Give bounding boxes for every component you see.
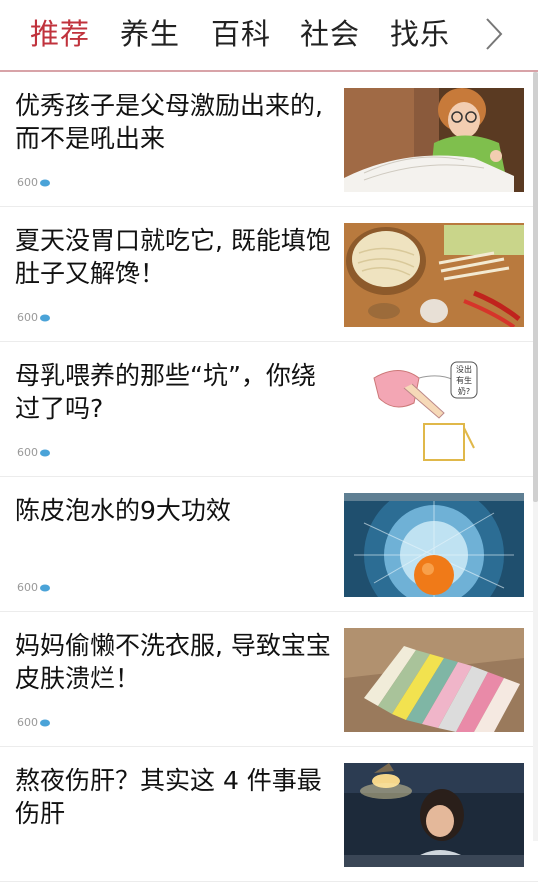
article-thumbnail <box>344 628 524 732</box>
svg-text:有生: 有生 <box>456 375 472 385</box>
article-title: 母乳喂养的那些“坑”，你绕过了吗? <box>15 361 316 423</box>
more-tabs-button[interactable] <box>474 14 514 54</box>
article-list: 优秀孩子是父母激励出来的, 而不是吼出来 600 夏天没胃口就吃它, 既能填饱肚… <box>0 72 538 882</box>
svg-text:奶?: 奶? <box>458 386 470 396</box>
article-item[interactable]: 优秀孩子是父母激励出来的, 而不是吼出来 600 <box>0 72 538 207</box>
droplet-icon <box>40 719 50 727</box>
illustration-text: 没出 <box>456 364 472 374</box>
droplet-icon <box>40 179 50 187</box>
article-title: 陈皮泡水的9大功效 <box>15 496 231 525</box>
droplet-icon <box>40 584 50 592</box>
article-thumbnail: 没出 有生 奶? <box>344 358 524 462</box>
article-thumbnail <box>344 493 524 597</box>
article-item[interactable]: 妈妈偷懒不洗衣服, 导致宝宝皮肤溃烂！ 600 <box>0 612 538 747</box>
article-item[interactable]: 熬夜伤肝？其实这 4 件事最伤肝 <box>0 747 538 882</box>
view-count: 600 <box>17 716 51 730</box>
tab-encyclopedia[interactable]: 百科 <box>211 12 271 56</box>
article-title: 熬夜伤肝？其实这 4 件事最伤肝 <box>15 766 322 828</box>
tab-recommend[interactable]: 推荐 <box>30 12 90 56</box>
droplet-icon <box>40 314 50 322</box>
droplet-icon <box>40 449 50 457</box>
article-title: 优秀孩子是父母激励出来的, 而不是吼出来 <box>15 91 323 153</box>
view-count: 600 <box>17 581 51 595</box>
tab-society[interactable]: 社会 <box>300 12 360 56</box>
article-thumbnail <box>344 88 524 192</box>
article-title: 夏天没胃口就吃它, 既能填饱肚子又解馋！ <box>15 226 331 288</box>
view-count: 600 <box>17 311 51 325</box>
top-tab-bar: 推荐 养生 百科 社会 找乐 <box>0 0 538 72</box>
article-item[interactable]: 母乳喂养的那些“坑”，你绕过了吗? 600 没出 有生 奶? <box>0 342 538 477</box>
tab-fun[interactable]: 找乐 <box>390 12 450 56</box>
scrollbar[interactable] <box>533 72 538 841</box>
view-count: 600 <box>17 176 51 190</box>
article-item[interactable]: 陈皮泡水的9大功效 600 <box>0 477 538 612</box>
scrollbar-thumb[interactable] <box>533 72 538 502</box>
article-item[interactable]: 夏天没胃口就吃它, 既能填饱肚子又解馋！ 600 <box>0 207 538 342</box>
chevron-right-icon <box>486 18 503 50</box>
article-title: 妈妈偷懒不洗衣服, 导致宝宝皮肤溃烂！ <box>15 631 331 693</box>
article-thumbnail <box>344 223 524 327</box>
view-count: 600 <box>17 446 51 460</box>
tab-health[interactable]: 养生 <box>120 12 180 56</box>
article-thumbnail <box>344 763 524 867</box>
